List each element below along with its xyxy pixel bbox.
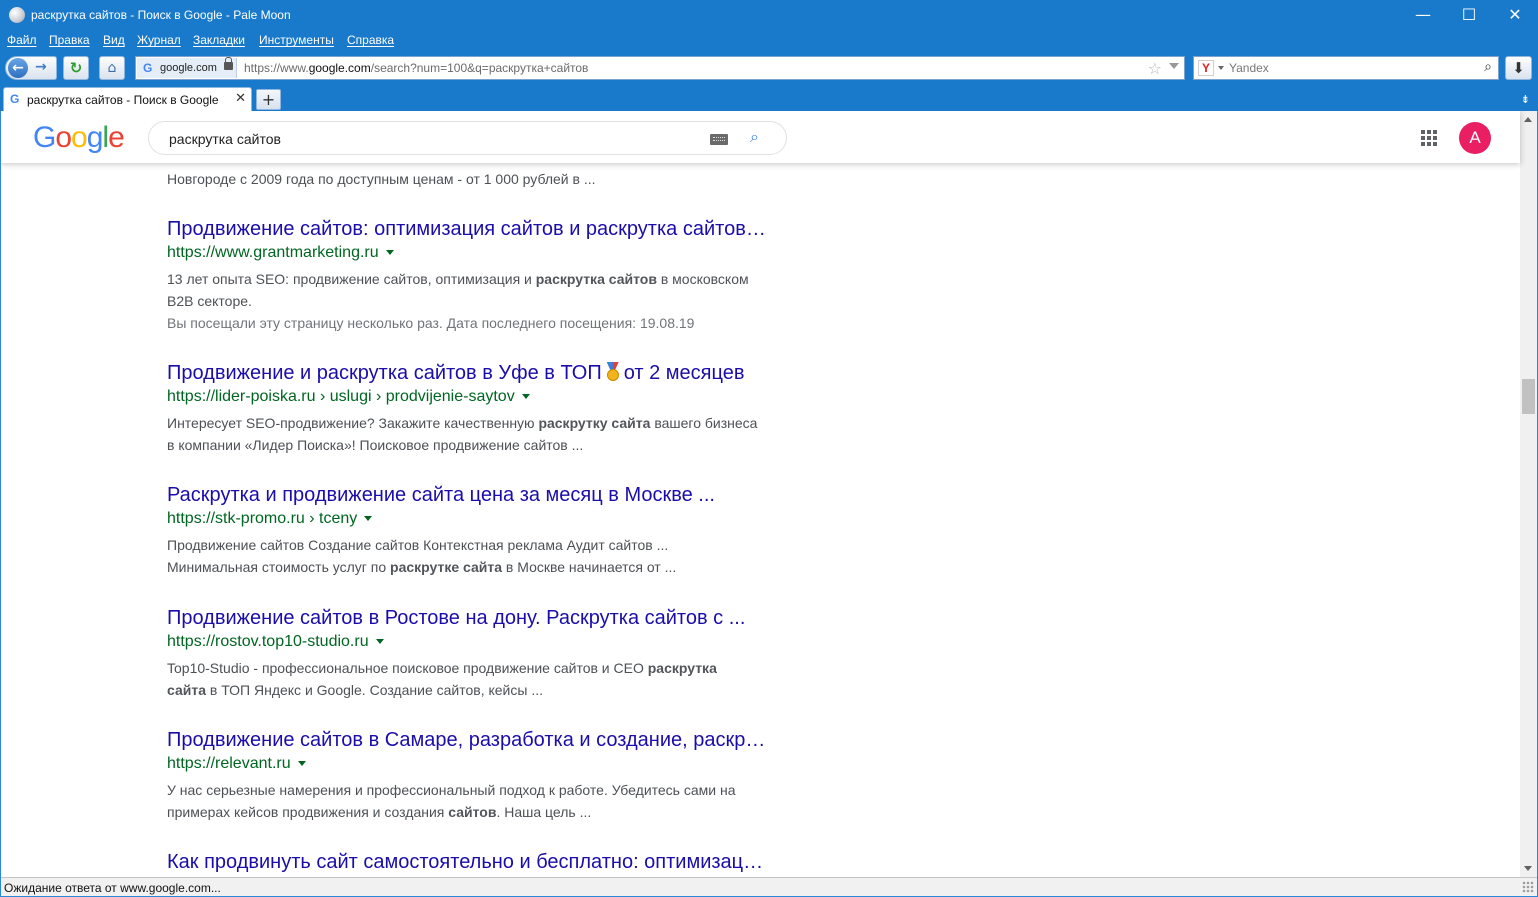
- url-dropdown-arrow-icon[interactable]: [521, 394, 530, 400]
- lock-icon: [224, 57, 233, 70]
- new-tab-button[interactable]: +: [256, 89, 281, 110]
- logo-letter: o: [71, 121, 88, 154]
- result-snippet-line: Минимальная стоимость услуг по раскрутке…: [167, 559, 677, 575]
- google-search-box[interactable]: раскрутка сайтов ⌕: [148, 121, 787, 155]
- vertical-scrollbar[interactable]: [1520, 111, 1537, 877]
- close-tab-icon[interactable]: ✕: [235, 91, 246, 106]
- tab-google-search[interactable]: G раскрутка сайтов - Поиск в Google ✕: [3, 87, 252, 111]
- close-button[interactable]: ✕: [1492, 0, 1538, 30]
- identity-domain: google.com: [160, 62, 217, 74]
- scroll-up-arrow-icon[interactable]: [1524, 117, 1532, 122]
- engine-dropdown-icon[interactable]: [1218, 66, 1224, 70]
- result-title-link[interactable]: Продвижение сайтов в Самаре, разработка …: [167, 729, 765, 752]
- url-dropdown-arrow-icon[interactable]: [364, 516, 373, 522]
- menu-item-help[interactable]: Справка: [347, 33, 394, 47]
- title-bar: раскрутка сайтов - Поиск в Google - Pale…: [0, 0, 1538, 30]
- bookmark-star-icon[interactable]: ☆: [1148, 59, 1162, 78]
- download-icon[interactable]: ⬇: [1505, 56, 1532, 80]
- search-icon[interactable]: ⌕: [1484, 59, 1492, 75]
- search-icon[interactable]: ⌕: [750, 127, 759, 147]
- menu-bar: Файл Правка Вид Журнал Закладки Инструменты Сп…: [0, 30, 1538, 50]
- avatar[interactable]: A: [1459, 122, 1491, 154]
- logo-letter: g: [86, 121, 104, 154]
- site-identity-box[interactable]: G google.com: [137, 57, 237, 78]
- reload-icon[interactable]: ↻: [63, 56, 89, 80]
- url-history-dropdown-icon[interactable]: [1169, 63, 1179, 69]
- result-title-link[interactable]: Раскрутка и продвижение сайта цена за ме…: [167, 484, 715, 507]
- apps-grid-icon[interactable]: [1421, 130, 1437, 146]
- result-title-link[interactable]: Продвижение сайтов в Ростове на дону. Ра…: [167, 607, 745, 630]
- keyboard-icon[interactable]: [710, 134, 728, 145]
- menu-item-bookmarks[interactable]: Закладки: [193, 33, 245, 47]
- result-snippet-line: в компании «Лидер Поиска»! Поисковое про…: [167, 437, 584, 453]
- result-url[interactable]: https://lider-poiska.ru › uslugi › prodv…: [167, 388, 530, 406]
- pale-moon-logo-icon: [9, 7, 25, 23]
- result-snippet-line: сайта в ТОП Яндекс и Google. Создание са…: [167, 682, 543, 698]
- result-snippet-line: У нас серьезные намерения и профессионал…: [167, 782, 736, 798]
- browser-window: раскрутка сайтов - Поиск в Google - Pale…: [0, 0, 1538, 897]
- status-text: Ожидание ответа от www.google.com...: [4, 881, 221, 895]
- result-url[interactable]: https://rostov.top10-studio.ru: [167, 633, 384, 651]
- menu-item-edit[interactable]: Правка: [49, 33, 90, 47]
- yandex-engine-icon[interactable]: Y: [1198, 60, 1214, 76]
- logo-letter: e: [108, 121, 125, 154]
- scroll-down-arrow-icon[interactable]: [1524, 866, 1532, 871]
- url-text[interactable]: https://www.google.com/search?num=100&q=…: [244, 61, 588, 75]
- google-favicon-icon: G: [143, 61, 153, 75]
- result-snippet-line: B2B секторе.: [167, 293, 252, 309]
- result-url[interactable]: https://www.grantmarketing.ru: [167, 244, 394, 262]
- navigation-toolbar: ← → ↻ ⌂ G google.com https://www.google.…: [0, 50, 1538, 86]
- resize-grip-icon[interactable]: [1522, 881, 1534, 893]
- back-forward-buttons: ← →: [5, 56, 57, 80]
- result-snippet-line: Новгороде с 2009 года по доступным ценам…: [167, 171, 596, 187]
- result-title-link[interactable]: Продвижение и раскрутка сайтов в Уфе в Т…: [167, 362, 744, 385]
- maximize-button[interactable]: ☐: [1446, 0, 1492, 30]
- window-title: раскрутка сайтов - Поиск в Google - Pale…: [31, 8, 291, 22]
- forward-arrow-icon[interactable]: →: [35, 59, 47, 75]
- google-favicon-icon: G: [10, 92, 20, 106]
- page-content: Google раскрутка сайтов ⌕ A Новгороде с …: [1, 111, 1537, 877]
- menu-item-history[interactable]: Журнал: [137, 33, 181, 47]
- url-dropdown-arrow-icon[interactable]: [385, 250, 394, 256]
- logo-letter: G: [33, 121, 56, 154]
- result-url[interactable]: https://stk-promo.ru › tceny: [167, 510, 373, 528]
- search-bar[interactable]: Y Yandex ⌕: [1193, 56, 1499, 80]
- menu-item-file[interactable]: Файл: [7, 33, 37, 47]
- result-snippet-line: 13 лет опыта SEO: продвижение сайтов, оп…: [167, 271, 749, 287]
- menu-item-view[interactable]: Вид: [103, 33, 125, 47]
- menu-item-tools[interactable]: Инструменты: [259, 33, 334, 47]
- all-tabs-menu-icon[interactable]: ⇟: [1521, 93, 1530, 106]
- minimize-button[interactable]: —: [1400, 0, 1446, 30]
- medal-icon: [605, 362, 621, 382]
- result-title-link[interactable]: Как продвинуть сайт самостоятельно и бес…: [167, 851, 763, 874]
- search-bar-placeholder: Yandex: [1229, 61, 1269, 75]
- result-snippet-line: Интересует SEO-продвижение? Закажите кач…: [167, 415, 758, 431]
- result-visited-note: Вы посещали эту страницу несколько раз. …: [167, 315, 695, 331]
- search-input[interactable]: раскрутка сайтов: [169, 131, 281, 147]
- url-dropdown-arrow-icon[interactable]: [375, 639, 384, 645]
- back-arrow-icon[interactable]: ←: [8, 58, 28, 78]
- url-bar[interactable]: G google.com https://www.google.com/sear…: [135, 56, 1185, 80]
- tab-bar: G раскрутка сайтов - Поиск в Google ✕ + …: [0, 86, 1538, 111]
- google-logo[interactable]: Google: [33, 121, 125, 155]
- home-icon[interactable]: ⌂: [99, 56, 125, 80]
- status-bar: Ожидание ответа от www.google.com...: [1, 877, 1537, 896]
- result-title-link[interactable]: Продвижение сайтов: оптимизация сайтов и…: [167, 218, 766, 241]
- result-snippet-line: примерах кейсов продвижения и создания с…: [167, 804, 592, 820]
- url-dropdown-arrow-icon[interactable]: [297, 761, 306, 767]
- result-url[interactable]: https://relevant.ru: [167, 755, 306, 773]
- scrollbar-thumb[interactable]: [1522, 379, 1535, 414]
- logo-letter: o: [55, 121, 72, 154]
- google-header: Google раскрутка сайтов ⌕ A: [1, 111, 1520, 163]
- tab-label: раскрутка сайтов - Поиск в Google: [27, 93, 219, 107]
- result-snippet-line: Продвижение сайтов Создание сайтов Конте…: [167, 537, 669, 553]
- result-snippet-line: Top10-Studio - профессиональное поисково…: [167, 660, 717, 676]
